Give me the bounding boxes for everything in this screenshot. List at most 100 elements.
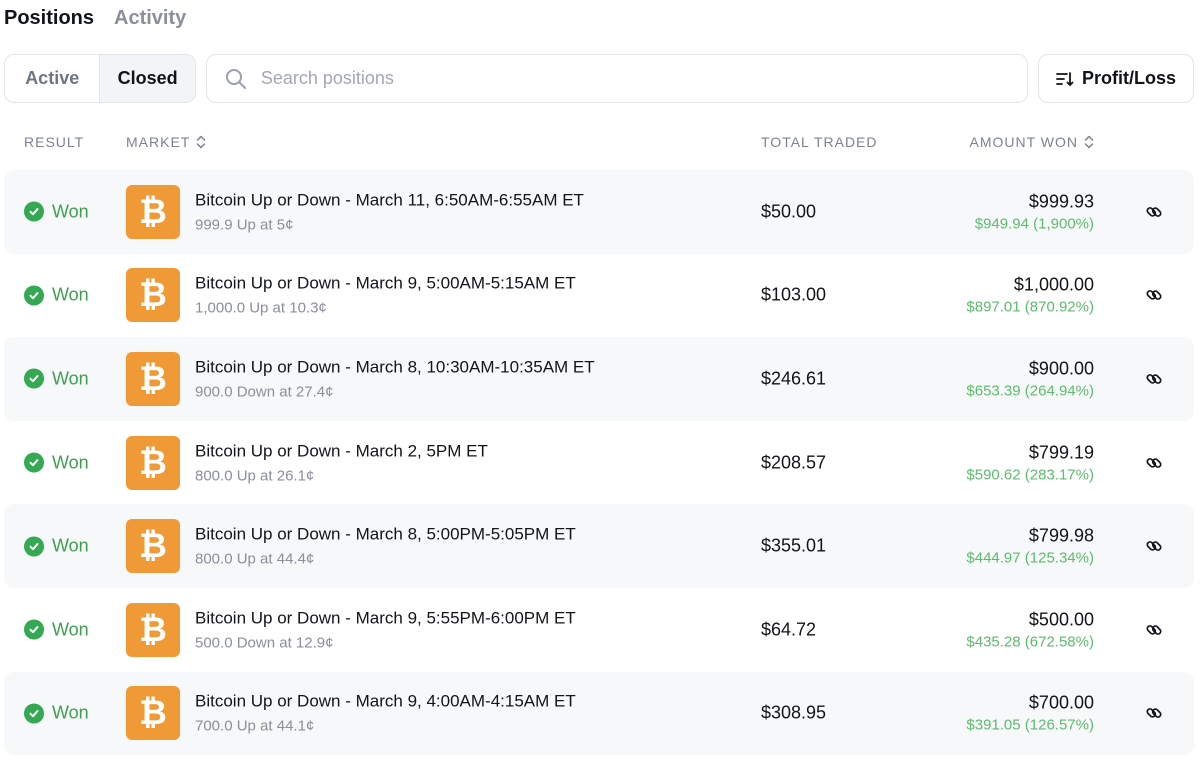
market-cell[interactable]: Bitcoin Up or Down - March 9, 5:55PM-6:0…	[195, 607, 576, 652]
table-header: RESULT MARKET TOTAL TRADED AMOUNT WON	[0, 130, 1200, 154]
profit-value: $444.97 (125.34%)	[966, 549, 1094, 567]
result-label: Won	[52, 201, 89, 222]
total-traded-value: $308.95	[761, 702, 827, 723]
check-circle-icon	[24, 703, 44, 724]
view-tabs: Positions Activity	[4, 4, 186, 32]
amount-won-cell: $799.19 $590.62 (283.17%)	[966, 441, 1094, 484]
amount-won-value: $999.93	[1028, 191, 1094, 212]
market-title[interactable]: Bitcoin Up or Down - March 9, 5:00AM-5:1…	[195, 273, 576, 295]
link-icon[interactable]	[1145, 286, 1163, 304]
table-row[interactable]: Won ₿ Bitcoin Up or Down - March 9, 5:55…	[4, 588, 1194, 672]
result-label: Won	[52, 284, 89, 305]
sort-profit-loss-button[interactable]: Profit/Loss	[1038, 54, 1194, 103]
market-title[interactable]: Bitcoin Up or Down - March 2, 5PM ET	[195, 440, 488, 462]
total-traded-value: $50.00	[761, 201, 817, 222]
market-title[interactable]: Bitcoin Up or Down - March 11, 6:50AM-6:…	[195, 189, 584, 211]
amount-won-cell: $500.00 $435.28 (672.58%)	[966, 608, 1094, 651]
check-circle-icon	[24, 536, 44, 557]
status-filter: Active Closed	[4, 54, 196, 103]
table-row[interactable]: Won ₿ Bitcoin Up or Down - March 8, 10:3…	[4, 337, 1194, 421]
bitcoin-icon: ₿	[126, 435, 180, 490]
result-label: Won	[52, 368, 89, 389]
market-title[interactable]: Bitcoin Up or Down - March 9, 4:00AM-4:1…	[195, 691, 576, 713]
table-row[interactable]: Won ₿ Bitcoin Up or Down - March 2, 5PM …	[4, 421, 1194, 505]
bitcoin-icon: ₿	[126, 268, 180, 323]
table-row[interactable]: Won ₿ Bitcoin Up or Down - March 11, 6:5…	[4, 170, 1194, 254]
link-icon[interactable]	[1145, 203, 1163, 221]
link-icon[interactable]	[1145, 537, 1163, 555]
market-position-detail: 800.0 Up at 44.4¢	[195, 550, 315, 568]
result-cell: Won	[24, 452, 89, 473]
amount-won-cell: $1,000.00 $897.01 (870.92%)	[966, 274, 1094, 317]
filter-closed-button[interactable]: Closed	[99, 55, 195, 102]
link-icon[interactable]	[1145, 370, 1163, 388]
amount-won-cell: $799.98 $444.97 (125.34%)	[966, 525, 1094, 568]
market-position-detail: 700.0 Up at 44.1¢	[195, 717, 315, 735]
profit-value: $653.39 (264.94%)	[966, 382, 1094, 400]
result-cell: Won	[24, 619, 89, 640]
market-cell[interactable]: Bitcoin Up or Down - March 11, 6:50AM-6:…	[195, 189, 584, 234]
check-circle-icon	[24, 452, 44, 473]
sort-toggle-icon	[1084, 135, 1094, 149]
result-label: Won	[52, 702, 89, 723]
market-cell[interactable]: Bitcoin Up or Down - March 8, 5:00PM-5:0…	[195, 524, 576, 569]
total-traded-value: $246.61	[761, 368, 827, 389]
bitcoin-icon: ₿	[126, 686, 180, 741]
search-input[interactable]	[260, 68, 961, 89]
amount-won-value: $799.98	[1028, 525, 1094, 546]
market-position-detail: 900.0 Down at 27.4¢	[195, 383, 334, 401]
profit-value: $897.01 (870.92%)	[966, 298, 1094, 316]
sort-toggle-icon	[197, 135, 206, 149]
tab-positions[interactable]: Positions	[4, 7, 94, 30]
tab-activity[interactable]: Activity	[114, 7, 186, 30]
sort-label: Profit/Loss	[1082, 68, 1177, 88]
column-amount-won[interactable]: AMOUNT WON	[969, 134, 1094, 150]
amount-won-cell: $999.93 $949.94 (1,900%)	[975, 190, 1094, 233]
total-traded-value: $103.00	[761, 284, 827, 305]
table-row[interactable]: Won ₿ Bitcoin Up or Down - March 9, 4:00…	[4, 671, 1194, 756]
bitcoin-icon: ₿	[126, 184, 180, 239]
market-cell[interactable]: Bitcoin Up or Down - March 2, 5PM ET 800…	[195, 440, 488, 485]
link-icon[interactable]	[1145, 704, 1163, 722]
column-result-label: RESULT	[24, 134, 85, 150]
result-cell: Won	[24, 703, 89, 724]
check-circle-icon	[24, 285, 44, 306]
bitcoin-icon: ₿	[126, 519, 180, 574]
result-label: Won	[52, 619, 89, 640]
column-result: RESULT	[24, 134, 84, 150]
search-box[interactable]	[205, 54, 1029, 103]
result-label: Won	[52, 535, 89, 556]
filter-active-button[interactable]: Active	[5, 55, 99, 102]
result-cell: Won	[24, 285, 89, 306]
amount-won-value: $900.00	[1028, 358, 1094, 379]
market-cell[interactable]: Bitcoin Up or Down - March 9, 5:00AM-5:1…	[195, 273, 576, 318]
total-traded-value: $208.57	[761, 452, 827, 473]
market-position-detail: 500.0 Down at 12.9¢	[195, 634, 334, 652]
table-row[interactable]: Won ₿ Bitcoin Up or Down - March 9, 5:00…	[4, 254, 1194, 338]
market-cell[interactable]: Bitcoin Up or Down - March 9, 4:00AM-4:1…	[195, 691, 576, 736]
bitcoin-icon: ₿	[126, 351, 180, 406]
amount-won-value: $799.19	[1028, 442, 1094, 463]
result-cell: Won	[24, 368, 89, 389]
total-traded-value: $355.01	[761, 535, 827, 556]
link-icon[interactable]	[1145, 621, 1163, 639]
market-cell[interactable]: Bitcoin Up or Down - March 8, 10:30AM-10…	[195, 356, 595, 401]
profit-value: $590.62 (283.17%)	[966, 466, 1094, 484]
market-title[interactable]: Bitcoin Up or Down - March 8, 10:30AM-10…	[195, 356, 595, 378]
amount-won-cell: $700.00 $391.05 (126.57%)	[966, 692, 1094, 735]
market-title[interactable]: Bitcoin Up or Down - March 8, 5:00PM-5:0…	[195, 524, 576, 546]
link-icon[interactable]	[1145, 454, 1163, 472]
column-market[interactable]: MARKET	[126, 134, 206, 150]
result-cell: Won	[24, 536, 89, 557]
profit-value: $949.94 (1,900%)	[974, 215, 1094, 233]
column-market-label: MARKET	[126, 134, 191, 150]
market-title[interactable]: Bitcoin Up or Down - March 9, 5:55PM-6:0…	[195, 607, 576, 629]
market-position-detail: 999.9 Up at 5¢	[195, 216, 294, 234]
total-traded-value: $64.72	[761, 619, 817, 640]
amount-won-value: $1,000.00	[1013, 274, 1094, 295]
result-label: Won	[52, 452, 89, 473]
column-total-traded-label: TOTAL TRADED	[761, 134, 878, 150]
column-total-traded: TOTAL TRADED	[761, 134, 878, 150]
table-row[interactable]: Won ₿ Bitcoin Up or Down - March 8, 5:00…	[4, 504, 1194, 588]
check-circle-icon	[24, 368, 44, 389]
